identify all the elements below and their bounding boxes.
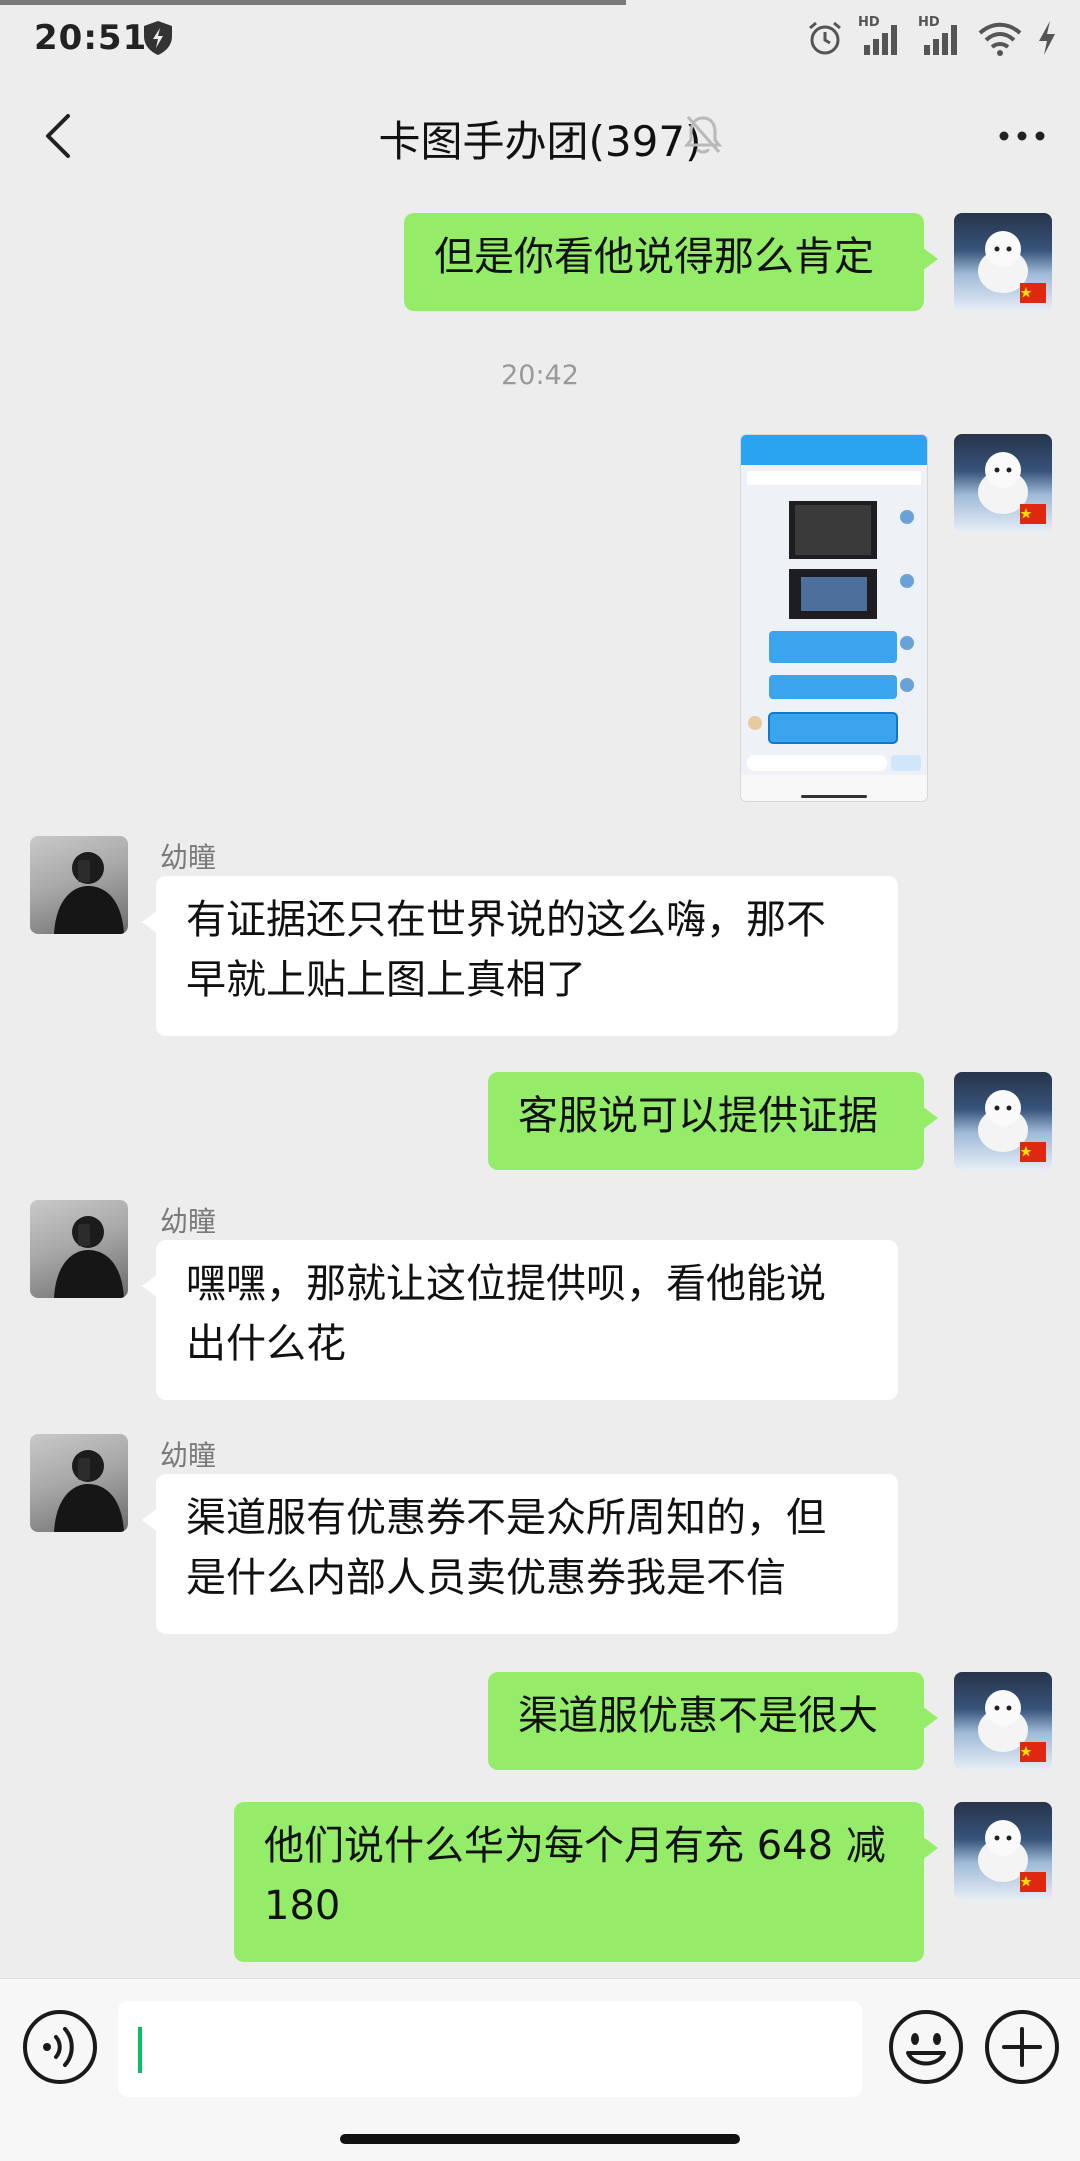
avatar[interactable] bbox=[954, 434, 1052, 532]
alarm-icon bbox=[809, 21, 841, 55]
title-bar: 卡图手办团(397) bbox=[0, 78, 1080, 194]
charging-bolt-icon bbox=[1039, 21, 1055, 55]
message-row: 幼瞳 有证据还只在世界说的这么嗨，那不 早就上贴上图上真相了 bbox=[0, 836, 1080, 1036]
dog-icon bbox=[978, 1690, 1046, 1762]
dog-icon bbox=[978, 1820, 1046, 1892]
message-line: 早就上贴上图上真相了 bbox=[186, 957, 586, 1003]
avatar[interactable] bbox=[954, 1072, 1052, 1170]
emoji-icon[interactable] bbox=[886, 2007, 966, 2087]
message-bubble-received[interactable]: 嘿嘿，那就让这位提供呗，看他能说 出什么花 bbox=[142, 1240, 898, 1400]
avatar[interactable] bbox=[30, 1434, 128, 1532]
text-caret bbox=[138, 2027, 142, 2073]
message-line: 有证据还只在世界说的这么嗨，那不 bbox=[186, 897, 826, 943]
message-input[interactable] bbox=[118, 2001, 862, 2097]
message-row: 但是你看他说得那么肯定 bbox=[0, 194, 1080, 324]
message-line: 是什么内部人员卖优惠券我是不信 bbox=[186, 1555, 786, 1601]
dog-icon bbox=[978, 452, 1046, 524]
message-line: 出什么花 bbox=[186, 1321, 346, 1367]
sender-name: 幼瞳 bbox=[160, 1439, 217, 1472]
more-options-button[interactable] bbox=[986, 100, 1058, 172]
message-bubble-received[interactable]: 有证据还只在世界说的这么嗨，那不 早就上贴上图上真相了 bbox=[142, 876, 898, 1036]
avatar[interactable] bbox=[30, 1200, 128, 1298]
person-photo-icon bbox=[54, 1216, 124, 1298]
message-row: 渠道服优惠不是很大 bbox=[0, 1672, 1080, 1782]
avatar[interactable] bbox=[30, 836, 128, 934]
message-line: 180 bbox=[264, 1883, 341, 1929]
message-bubble-received[interactable]: 渠道服有优惠券不是众所周知的，但 是什么内部人员卖优惠券我是不信 bbox=[142, 1474, 898, 1634]
status-bar: 20:51 HD HD bbox=[0, 0, 1080, 78]
bell-off-icon bbox=[683, 116, 723, 154]
avatar[interactable] bbox=[954, 213, 1052, 311]
home-indicator[interactable] bbox=[340, 2134, 740, 2144]
voice-icon[interactable] bbox=[20, 2007, 100, 2087]
person-photo-icon bbox=[54, 1450, 124, 1532]
message-row: 幼瞳 嘿嘿，那就让这位提供呗，看他能说 出什么花 bbox=[0, 1200, 1080, 1400]
message-bubble-sent[interactable]: 客服说可以提供证据 bbox=[488, 1072, 938, 1170]
avatar[interactable] bbox=[954, 1802, 1052, 1900]
message-timestamp: 20:42 bbox=[501, 360, 579, 391]
signal-2-icon: HD bbox=[918, 15, 964, 57]
more-dots-icon bbox=[999, 131, 1045, 141]
message-line: 他们说什么华为每个月有充 648 减 bbox=[264, 1823, 886, 1869]
chat-title: 卡图手办团(397) bbox=[378, 117, 702, 166]
message-bubble-sent[interactable]: 他们说什么华为每个月有充 648 减 180 bbox=[234, 1802, 938, 1962]
message-bubble-sent[interactable]: 渠道服优惠不是很大 bbox=[488, 1672, 938, 1770]
signal-1-icon: HD bbox=[858, 15, 904, 57]
wifi-icon bbox=[978, 22, 1022, 56]
avatar[interactable] bbox=[954, 1672, 1052, 1770]
message-bubble-sent[interactable]: 但是你看他说得那么肯定 bbox=[404, 213, 938, 311]
dog-icon bbox=[978, 1090, 1046, 1162]
sender-name: 幼瞳 bbox=[160, 841, 217, 874]
chat-messages[interactable]: 但是你看他说得那么肯定 20:42 幼瞳 有证据还只在世界说的这么嗨，那不 早就… bbox=[0, 194, 1080, 1978]
dog-icon bbox=[978, 231, 1046, 303]
message-row: 客服说可以提供证据 bbox=[0, 1072, 1080, 1182]
message-row bbox=[0, 432, 1080, 812]
sender-name: 幼瞳 bbox=[160, 1205, 217, 1238]
message-row: 他们说什么华为每个月有充 648 减 180 bbox=[0, 1802, 1080, 1972]
screenshot-thumbnail bbox=[741, 435, 927, 801]
shield-icon bbox=[144, 21, 172, 55]
person-photo-icon bbox=[54, 852, 124, 934]
message-line: 嘿嘿，那就让这位提供呗，看他能说 bbox=[186, 1261, 826, 1307]
image-message[interactable] bbox=[740, 434, 928, 802]
message-row: 幼瞳 渠道服有优惠券不是众所周知的，但 是什么内部人员卖优惠券我是不信 bbox=[0, 1434, 1080, 1634]
plus-icon[interactable] bbox=[982, 2007, 1062, 2087]
status-time: 20:51 bbox=[34, 18, 148, 58]
message-line: 渠道服有优惠券不是众所周知的，但 bbox=[186, 1495, 826, 1541]
